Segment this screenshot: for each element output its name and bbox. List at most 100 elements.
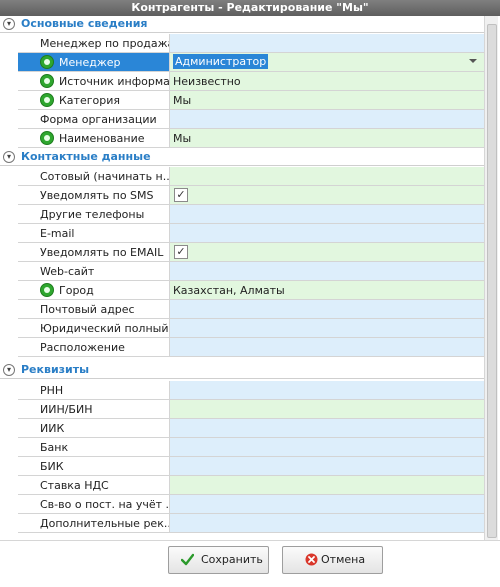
property-name: Наименование [59, 132, 145, 145]
footer-divider [0, 540, 500, 541]
save-button[interactable]: Сохранить [168, 546, 269, 574]
property-row-info-source[interactable]: Источник информа... Неизвестно [0, 72, 484, 91]
property-name: Св-во о пост. на учёт ... [40, 498, 170, 511]
property-row-org-form[interactable]: Форма организации [0, 110, 484, 129]
property-name: Сотовый (начинать н... [40, 170, 170, 183]
email-notify-checkbox[interactable]: ✓ [174, 245, 188, 259]
property-value-field[interactable] [170, 514, 484, 533]
property-name: Источник информа... [59, 75, 170, 88]
property-name: Юридический полный... [40, 322, 170, 335]
property-name: РНН [40, 384, 64, 397]
save-button-label: Сохранить [201, 553, 263, 566]
collapse-icon[interactable]: ▾ [3, 18, 15, 30]
property-name: Менеджер [59, 56, 121, 69]
property-value-field[interactable]: Казахстан, Алматы [170, 281, 484, 300]
property-row-bank[interactable]: Банк [0, 438, 484, 457]
property-name: Расположение [40, 341, 125, 354]
property-row-legal-name[interactable]: Юридический полный... [0, 319, 484, 338]
property-value-field[interactable] [170, 438, 484, 457]
property-name: Банк [40, 441, 69, 454]
property-row-sms-notify[interactable]: Уведомлять по SMS ✓ [0, 186, 484, 205]
property-value-field[interactable]: Мы [170, 129, 484, 148]
property-name: Уведомлять по EMAIL [40, 246, 164, 259]
property-value-field[interactable] [170, 457, 484, 476]
property-name: Менеджер по продажам [40, 37, 170, 50]
property-row-manager[interactable]: Менеджер Администратор [0, 53, 484, 72]
property-row-iik[interactable]: ИИК [0, 419, 484, 438]
property-value-field[interactable] [170, 381, 484, 400]
property-row-website[interactable]: Web-сайт [0, 262, 484, 281]
property-row-city[interactable]: Город Казахстан, Алматы [0, 281, 484, 300]
property-row-postal-address[interactable]: Почтовый адрес [0, 300, 484, 319]
scrollbar-thumb[interactable] [487, 24, 497, 538]
property-row-email-notify[interactable]: Уведомлять по EMAIL ✓ [0, 243, 484, 262]
property-value-field[interactable]: ✓ [170, 186, 484, 205]
property-name: ИИК [40, 422, 65, 435]
property-name: Ставка НДС [40, 479, 109, 492]
required-star-icon [40, 283, 54, 297]
vertical-scrollbar[interactable] [484, 16, 498, 540]
checkmark-icon [181, 553, 194, 566]
required-star-icon [40, 74, 54, 88]
collapse-icon[interactable]: ▾ [3, 364, 15, 376]
property-value-field[interactable] [170, 300, 484, 319]
property-row-rnn[interactable]: РНН [0, 381, 484, 400]
property-name: E-mail [40, 227, 75, 240]
property-row-name[interactable]: Наименование Мы [0, 129, 484, 148]
property-value-field[interactable] [170, 338, 484, 357]
property-value-field[interactable] [170, 167, 484, 186]
group-header-basic[interactable]: ▾ Основные сведения [0, 16, 484, 33]
property-name: Другие телефоны [40, 208, 145, 221]
sms-notify-checkbox[interactable]: ✓ [174, 188, 188, 202]
property-name: Форма организации [40, 113, 157, 126]
property-name: Категория [59, 94, 120, 107]
property-value-field[interactable]: Мы [170, 91, 484, 110]
group-label: Контактные данные [21, 150, 151, 163]
property-row-vat-rate[interactable]: Ставка НДС [0, 476, 484, 495]
dropdown-selected-value: Администратор [173, 54, 269, 69]
property-row-iin-bin[interactable]: ИИН/БИН [0, 400, 484, 419]
property-value-field[interactable] [170, 110, 484, 129]
property-value-field[interactable] [170, 262, 484, 281]
property-value-field[interactable] [170, 400, 484, 419]
required-star-icon [40, 93, 54, 107]
property-name: Web-сайт [40, 265, 95, 278]
property-name: Город [59, 284, 94, 297]
required-star-icon [40, 55, 54, 69]
group-header-contacts[interactable]: ▾ Контактные данные [0, 149, 484, 166]
property-name: Почтовый адрес [40, 303, 135, 316]
property-value-field[interactable] [170, 224, 484, 243]
property-row-mobile[interactable]: Сотовый (начинать н... [0, 167, 484, 186]
required-star-icon [40, 131, 54, 145]
property-value-field[interactable] [170, 419, 484, 438]
property-value-field[interactable] [170, 319, 484, 338]
chevron-down-icon[interactable] [469, 59, 477, 63]
property-row-extra-requisites[interactable]: Дополнительные рек... [0, 514, 484, 533]
property-name: ИИН/БИН [40, 403, 93, 416]
property-row-location[interactable]: Расположение [0, 338, 484, 357]
property-name: Дополнительные рек... [40, 517, 170, 530]
group-header-requisites[interactable]: ▾ Реквизиты [0, 362, 484, 379]
property-grid: ▾ Основные сведения Менеджер по продажам… [0, 16, 484, 540]
collapse-icon[interactable]: ▾ [3, 151, 15, 163]
group-label: Реквизиты [21, 363, 90, 376]
property-row-bik[interactable]: БИК [0, 457, 484, 476]
window-title: Контрагенты - Редактирование "Мы" [0, 0, 500, 16]
property-value-field[interactable] [170, 205, 484, 224]
property-name: БИК [40, 460, 64, 473]
property-row-registration-cert[interactable]: Св-во о пост. на учёт ... [0, 495, 484, 514]
manager-dropdown[interactable]: Администратор [170, 53, 484, 72]
property-name: Уведомлять по SMS [40, 189, 154, 202]
property-value-field[interactable]: ✓ [170, 243, 484, 262]
property-row-other-phones[interactable]: Другие телефоны [0, 205, 484, 224]
cancel-button[interactable]: Отмена [282, 546, 383, 574]
property-row-category[interactable]: Категория Мы [0, 91, 484, 110]
property-value-field[interactable] [170, 495, 484, 514]
property-row-sales-manager[interactable]: Менеджер по продажам [0, 34, 484, 53]
group-label: Основные сведения [21, 17, 148, 30]
property-value-field[interactable] [170, 34, 484, 53]
cancel-icon [305, 553, 318, 566]
property-value-field[interactable]: Неизвестно [170, 72, 484, 91]
property-row-email[interactable]: E-mail [0, 224, 484, 243]
property-value-field[interactable] [170, 476, 484, 495]
